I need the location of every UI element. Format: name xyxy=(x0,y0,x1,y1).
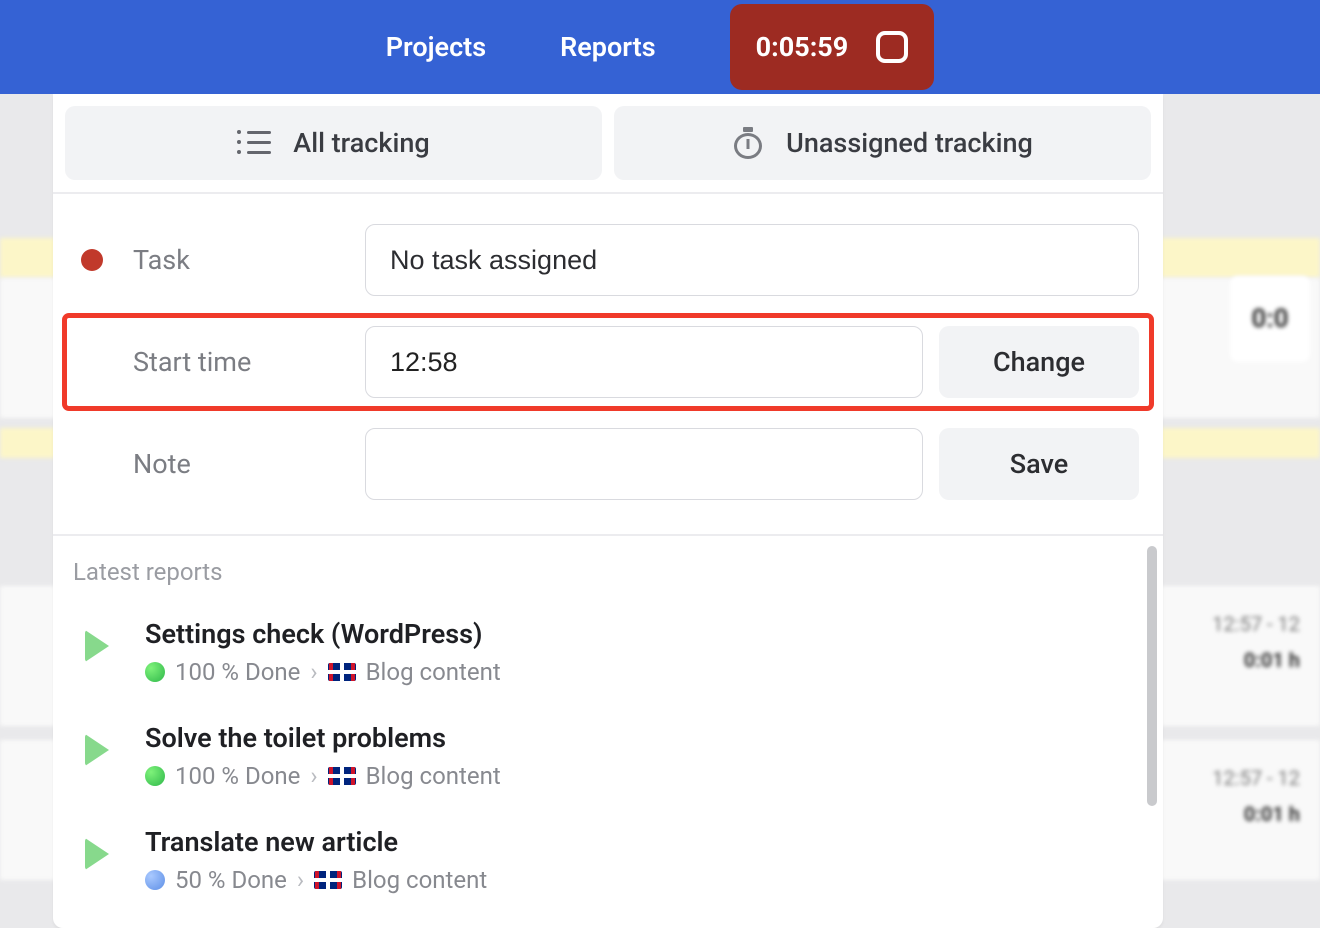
start-time-input[interactable] xyxy=(365,326,923,398)
report-item[interactable]: Settings check (WordPress) 100 % Done › … xyxy=(73,606,1143,710)
tabs-row: All tracking Unassigned tracking xyxy=(53,94,1163,194)
note-label: Note xyxy=(133,448,365,480)
chevron-right-icon: › xyxy=(310,658,317,686)
status-dot-icon xyxy=(145,870,165,890)
recording-indicator xyxy=(81,249,103,271)
tab-all-tracking-label: All tracking xyxy=(293,127,429,159)
flag-uk-icon xyxy=(328,767,356,785)
report-project: Blog content xyxy=(366,658,501,686)
chevron-right-icon: › xyxy=(297,866,304,894)
report-percent: 100 % Done xyxy=(175,762,300,790)
task-row: Task xyxy=(77,224,1139,296)
start-time-row: Start time Change xyxy=(65,316,1151,408)
latest-reports-heading: Latest reports xyxy=(73,558,1143,586)
flag-uk-icon xyxy=(328,663,356,681)
tab-unassigned-tracking[interactable]: Unassigned tracking xyxy=(614,106,1151,180)
bg-row1-text: 12:57 - 12 0:01 h xyxy=(1212,606,1300,678)
tab-unassigned-tracking-label: Unassigned tracking xyxy=(786,127,1033,159)
play-icon[interactable] xyxy=(85,838,109,870)
task-input[interactable] xyxy=(365,224,1139,296)
report-percent: 100 % Done xyxy=(175,658,300,686)
timer-value: 0:05:59 xyxy=(756,31,849,63)
status-dot-icon xyxy=(145,766,165,786)
report-item[interactable]: Solve the toilet problems 100 % Done › B… xyxy=(73,710,1143,814)
nav-reports[interactable]: Reports xyxy=(560,31,655,63)
task-label: Task xyxy=(133,244,365,276)
report-title: Solve the toilet problems xyxy=(145,722,1143,754)
change-button[interactable]: Change xyxy=(939,326,1139,398)
note-row: Note Save xyxy=(77,428,1139,500)
flag-uk-icon xyxy=(314,871,342,889)
report-project: Blog content xyxy=(352,866,487,894)
report-title: Settings check (WordPress) xyxy=(145,618,1143,650)
bg-row2-text: 12:57 - 12 0:01 h xyxy=(1212,760,1300,832)
save-button[interactable]: Save xyxy=(939,428,1139,500)
report-meta: 100 % Done › Blog content xyxy=(145,658,1143,686)
report-item[interactable]: Translate new article 50 % Done › Blog c… xyxy=(73,814,1143,918)
play-icon[interactable] xyxy=(85,630,109,662)
scrollbar[interactable] xyxy=(1147,546,1157,806)
list-icon xyxy=(237,129,271,157)
report-title: Translate new article xyxy=(145,826,1143,858)
status-dot-icon xyxy=(145,662,165,682)
chevron-right-icon: › xyxy=(310,762,317,790)
start-time-label: Start time xyxy=(133,346,365,378)
note-input[interactable] xyxy=(365,428,923,500)
report-meta: 50 % Done › Blog content xyxy=(145,866,1143,894)
stopwatch-icon xyxy=(732,127,764,159)
report-project: Blog content xyxy=(366,762,501,790)
timer-pill[interactable]: 0:05:59 xyxy=(730,4,935,90)
tracking-panel: All tracking Unassigned tracking Task St… xyxy=(53,94,1163,928)
latest-reports-section: Latest reports Settings check (WordPress… xyxy=(53,536,1163,928)
form-area: Task Start time Change Note Save xyxy=(53,194,1163,536)
topbar: Projects Reports 0:05:59 xyxy=(0,0,1320,94)
report-meta: 100 % Done › Blog content xyxy=(145,762,1143,790)
bg-time-card: 0:0 xyxy=(1230,276,1310,362)
tab-all-tracking[interactable]: All tracking xyxy=(65,106,602,180)
nav-projects[interactable]: Projects xyxy=(386,31,486,63)
stop-icon[interactable] xyxy=(876,31,908,63)
report-percent: 50 % Done xyxy=(175,866,287,894)
play-icon[interactable] xyxy=(85,734,109,766)
